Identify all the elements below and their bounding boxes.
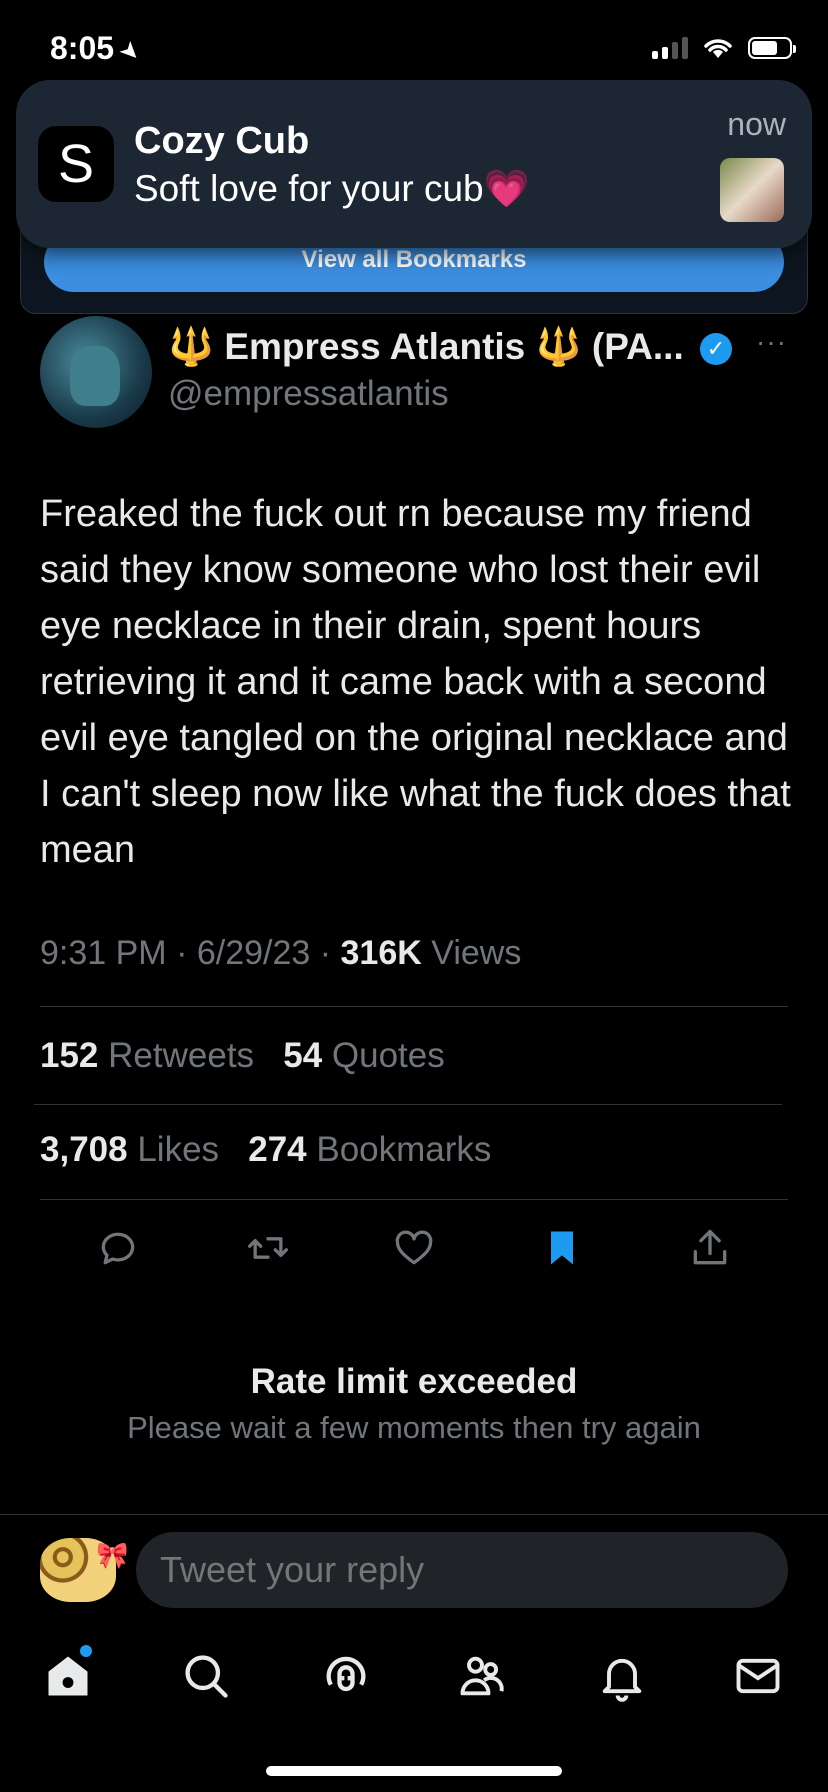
author-name-suffix: (PA... bbox=[591, 326, 684, 367]
author-avatar[interactable] bbox=[40, 316, 152, 428]
spaces-icon[interactable] bbox=[320, 1650, 372, 1702]
communities-icon[interactable] bbox=[456, 1650, 508, 1702]
divider bbox=[40, 1199, 788, 1200]
app-icon: S bbox=[38, 126, 114, 202]
notification-thumbnail bbox=[720, 158, 784, 222]
status-time: 8:05➤ bbox=[50, 30, 147, 69]
engagement-row: 3,708 Likes 274 Bookmarks bbox=[40, 1130, 491, 1170]
tweet-time: 9:31 PM bbox=[40, 934, 167, 972]
divider bbox=[40, 1006, 788, 1007]
like-icon[interactable] bbox=[392, 1226, 436, 1270]
location-arrow-icon: ➤ bbox=[113, 34, 147, 69]
reply-input[interactable] bbox=[136, 1532, 788, 1608]
engagement-row: 152 Retweets 54 Quotes bbox=[40, 1036, 445, 1076]
author-name[interactable]: 🔱 Empress Atlantis 🔱 (PA... ✓ bbox=[168, 326, 733, 369]
battery-icon bbox=[748, 37, 796, 59]
notification-body: Soft love for your cub💗 bbox=[134, 168, 530, 209]
notification-time: now bbox=[727, 106, 786, 142]
divider bbox=[34, 1104, 782, 1105]
author-handle[interactable]: @empressatlantis bbox=[168, 374, 449, 414]
messages-icon[interactable] bbox=[732, 1650, 784, 1702]
reply-icon[interactable] bbox=[96, 1226, 140, 1270]
bow-icon: 🎀 bbox=[96, 1540, 129, 1570]
retweet-icon[interactable] bbox=[246, 1226, 290, 1270]
notification-title: Cozy Cub bbox=[134, 120, 310, 162]
views-label: Views bbox=[431, 934, 522, 972]
views-count: 316K bbox=[340, 934, 422, 972]
rate-limit-title: Rate limit exceeded bbox=[250, 1362, 578, 1401]
status-icons bbox=[652, 36, 796, 60]
share-icon[interactable] bbox=[688, 1226, 732, 1270]
wifi-icon bbox=[704, 39, 732, 58]
bookmarks-stat[interactable]: 274 Bookmarks bbox=[248, 1130, 491, 1169]
author-name-text: Empress Atlantis bbox=[224, 326, 526, 367]
trident-emoji: 🔱 bbox=[535, 326, 582, 367]
rate-limit-message: Please wait a few moments then try again bbox=[127, 1410, 701, 1445]
home-indicator bbox=[266, 1766, 562, 1776]
retweets-stat[interactable]: 152 Retweets bbox=[40, 1036, 254, 1075]
more-options-icon[interactable]: ··· bbox=[756, 326, 787, 358]
home-icon[interactable] bbox=[42, 1650, 94, 1702]
tweet-meta: 9:31 PM · 6/29/23 · 316K Views bbox=[40, 934, 522, 972]
push-notification[interactable]: S Cozy Cub Soft love for your cub💗 now bbox=[16, 80, 812, 248]
verified-badge-icon: ✓ bbox=[700, 333, 733, 366]
bookmark-icon[interactable] bbox=[540, 1226, 584, 1270]
cellular-signal-icon bbox=[652, 37, 688, 59]
quotes-stat[interactable]: 54 Quotes bbox=[283, 1036, 445, 1075]
likes-stat[interactable]: 3,708 Likes bbox=[40, 1130, 219, 1169]
search-icon[interactable] bbox=[180, 1650, 232, 1702]
tweet-text: Freaked the fuck out rn because my frien… bbox=[40, 493, 791, 871]
divider bbox=[0, 1514, 828, 1515]
tweet-date: 6/29/23 bbox=[196, 934, 311, 972]
trident-emoji: 🔱 bbox=[168, 326, 215, 367]
notifications-icon[interactable] bbox=[596, 1650, 648, 1702]
